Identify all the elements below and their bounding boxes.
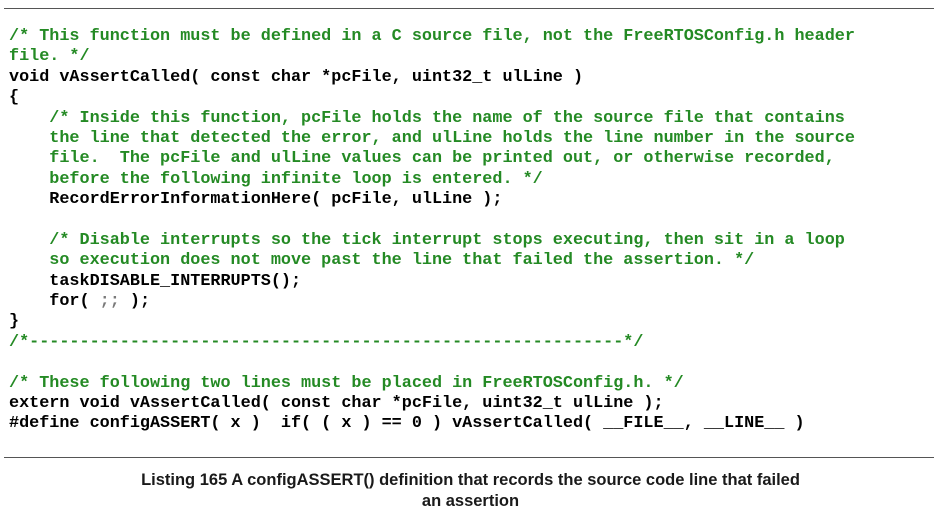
caption-line-2: an assertion	[421, 491, 520, 510]
code-line: extern void vAssertCalled( const char *p…	[9, 394, 664, 414]
code-line: /*--------------------------------------…	[9, 332, 644, 352]
code-line: for( ;; );	[9, 292, 151, 312]
code-line: /* These following two lines must be pla…	[9, 373, 684, 393]
code-listing: /* This function must be defined in a C …	[0, 0, 941, 514]
code-line: RecordErrorInformationHere( pcFile, ulLi…	[9, 190, 503, 210]
code-line: taskDISABLE_INTERRUPTS();	[9, 271, 302, 291]
code-line: /* Inside this function, pcFile holds th…	[9, 108, 845, 128]
code-line: /* Disable interrupts so the tick interr…	[9, 230, 845, 250]
code-line: /* This function must be defined in a C …	[9, 27, 855, 46]
code-line: file. */	[9, 47, 90, 67]
caption-line-1: Listing 165 A configASSERT() definition …	[141, 471, 800, 489]
code-line: {	[9, 88, 20, 108]
listing-caption: Listing 165 A configASSERT() definition …	[0, 470, 941, 511]
code-block: /* This function must be defined in a C …	[9, 27, 855, 435]
code-line: the line that detected the error, and ul…	[9, 128, 855, 148]
code-line: before the following infinite loop is en…	[9, 169, 543, 189]
bottom-rule	[4, 457, 934, 458]
code-line: void vAssertCalled( const char *pcFile, …	[9, 67, 584, 87]
code-line: }	[9, 312, 20, 332]
code-line: #define configASSERT( x ) if( ( x ) == 0…	[9, 414, 805, 434]
code-line: file. The pcFile and ulLine values can b…	[9, 149, 835, 169]
top-rule	[4, 8, 934, 9]
code-line: so execution does not move past the line…	[9, 251, 755, 271]
